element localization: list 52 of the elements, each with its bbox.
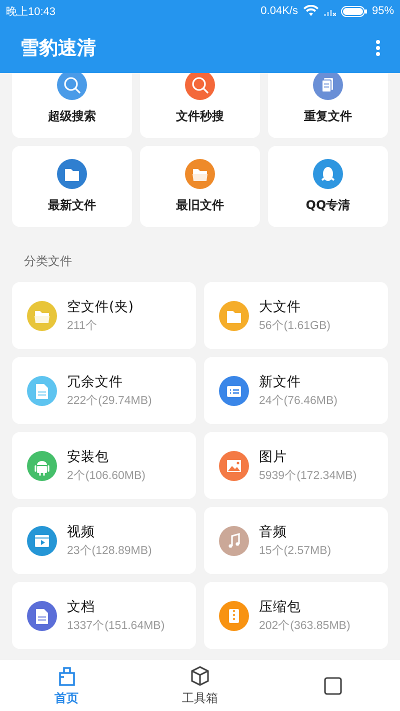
category-card[interactable]: 冗余文件 222个(29.74MB) [12, 357, 196, 424]
tool-card[interactable]: 超级搜索 [12, 73, 132, 138]
tool-label: 超级搜索 [48, 108, 96, 125]
category-name: 文档 [67, 598, 96, 616]
more-icon [376, 40, 380, 56]
category-name: 图片 [259, 448, 288, 466]
battery-percent: 95% [372, 5, 394, 17]
category-name: 视频 [67, 523, 96, 541]
category-name: 新文件 [259, 373, 302, 391]
category-name: 大文件 [259, 298, 302, 316]
category-card[interactable]: 音频 15个(2.57MB) [204, 507, 388, 574]
category-info: 2个(106.60MB) [67, 468, 146, 483]
tool-card[interactable]: 最旧文件 [140, 146, 260, 227]
tool-card[interactable]: 文件秒搜 [140, 73, 260, 138]
nav-tab[interactable]: 首页 [0, 660, 134, 711]
category-info: 23个(128.89MB) [67, 544, 152, 558]
tool-card[interactable]: 重复文件 [268, 73, 388, 138]
category-card[interactable]: 图片 5939个(172.34MB) [204, 432, 388, 499]
category-name: 空文件(夹) [67, 298, 134, 316]
category-info: 222个(29.74MB) [67, 394, 152, 408]
nav-tab[interactable]: 工具箱 [133, 660, 267, 711]
category-info: 202个(363.85MB) [259, 618, 350, 633]
network-speed: 0.04K/s [260, 5, 298, 17]
tool-label: 重复文件 [304, 108, 352, 125]
app-title: 雪豹速清 [20, 36, 96, 60]
tool-label: 最新文件 [48, 197, 96, 214]
category-info: 56个(1.61GB) [259, 318, 330, 333]
category-info: 24个(76.46MB) [259, 394, 338, 408]
category-card[interactable]: 文档 1337个(151.64MB) [12, 582, 196, 649]
category-card[interactable]: 大文件 56个(1.61GB) [204, 282, 388, 349]
category-card[interactable]: 安装包 2个(106.60MB) [12, 432, 196, 499]
category-card[interactable]: 视频 23个(128.89MB) [12, 507, 196, 574]
category-info: 15个(2.57MB) [259, 544, 332, 558]
tool-label: QQ专清 [306, 197, 350, 214]
category-name: 音频 [259, 523, 288, 541]
tool-card[interactable]: 最新文件 [12, 146, 132, 227]
tool-label: 最旧文件 [176, 197, 224, 214]
category-name: 压缩包 [259, 598, 302, 616]
battery-icon [340, 6, 367, 16]
category-card[interactable]: 压缩包 202个(363.85MB) [204, 582, 388, 649]
tool-label: 文件秒搜 [176, 108, 224, 125]
category-name: 冗余文件 [67, 373, 124, 391]
category-info: 211个 [67, 318, 98, 333]
category-info: 5939个(172.34MB) [259, 468, 357, 483]
section-title: 分类文件 [23, 253, 73, 270]
category-name: 安装包 [67, 448, 110, 466]
clock-time: 晚上10:43 [6, 4, 56, 18]
category-info: 1337个(151.64MB) [67, 618, 165, 633]
category-card[interactable]: 新文件 24个(76.46MB) [204, 357, 388, 424]
wifi-icon [302, 5, 319, 17]
category-card[interactable]: 空文件(夹) 211个 [12, 282, 196, 349]
tool-card[interactable]: QQ专清 [268, 146, 388, 227]
